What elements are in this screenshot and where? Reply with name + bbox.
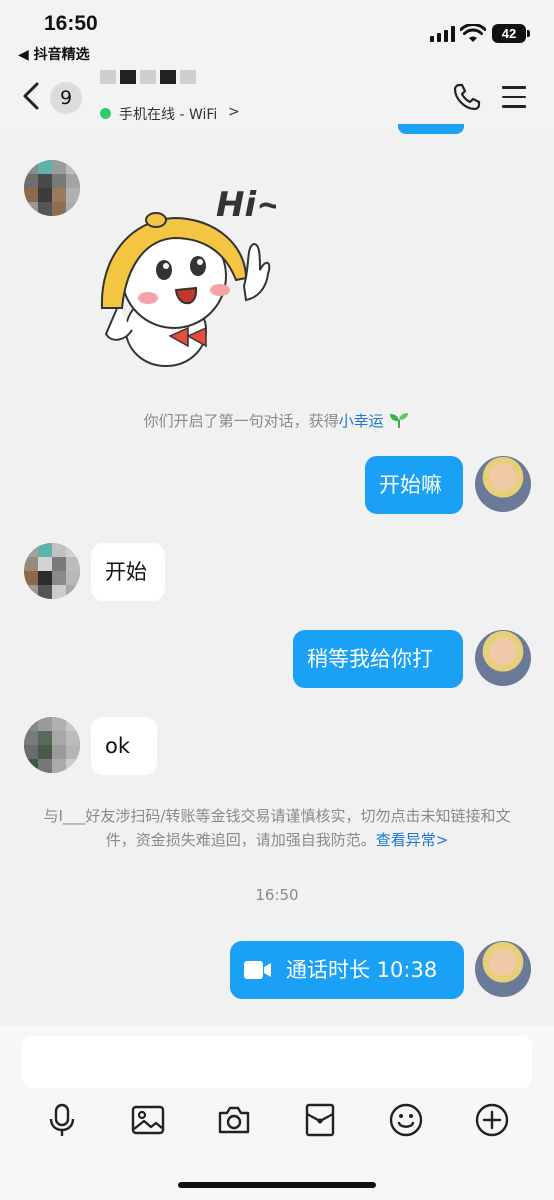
outgoing-message-bubble[interactable]: 稍等我给你打 xyxy=(293,630,463,688)
online-status-text[interactable]: 手机在线 - WiFi xyxy=(119,104,217,124)
status-time: 16:50 xyxy=(44,12,98,35)
system-notice-text: 你们开启了第一句对话，获得 xyxy=(143,412,339,430)
chat-message-list[interactable]: Hi~ 你们开启了第一句对话，获得小幸运 开始嘛 开始 稍等我给你打 xyxy=(0,124,554,1026)
status-bar: 16:50 ◀ 抖音精选 42 xyxy=(0,0,554,66)
camera-icon[interactable] xyxy=(216,1102,252,1138)
video-camera-icon xyxy=(244,961,271,979)
phone-call-icon[interactable] xyxy=(452,82,482,112)
previous-message-bubble xyxy=(398,124,464,134)
red-packet-icon[interactable] xyxy=(302,1102,338,1138)
contact-avatar[interactable] xyxy=(24,543,80,599)
cellular-signal-icon xyxy=(430,26,455,42)
home-indicator[interactable] xyxy=(178,1182,376,1188)
chevron-right-icon[interactable]: > xyxy=(228,104,240,120)
microphone-icon[interactable] xyxy=(44,1102,80,1138)
menu-icon[interactable] xyxy=(502,86,526,108)
back-arrow-icon[interactable] xyxy=(18,78,46,114)
battery-icon: 42 xyxy=(492,24,530,43)
incoming-message-bubble[interactable]: 开始 xyxy=(91,543,165,601)
plus-icon[interactable] xyxy=(474,1102,510,1138)
contact-name-redacted[interactable] xyxy=(100,70,196,84)
call-duration-text: 通话时长 10:38 xyxy=(286,958,438,982)
self-avatar[interactable] xyxy=(475,630,531,686)
wifi-icon xyxy=(460,24,486,42)
message-input[interactable] xyxy=(22,1036,532,1088)
view-anomaly-link[interactable]: 查看异常> xyxy=(376,831,449,849)
contact-avatar[interactable] xyxy=(24,160,80,216)
message-composer xyxy=(0,1026,554,1200)
safety-warning-notice: 与I___好友涉扫码/转账等金钱交易请谨慎核实，切勿点击未知链接和文件，资金损失… xyxy=(30,804,524,852)
lucky-link[interactable]: 小幸运 xyxy=(339,412,384,430)
incoming-message-bubble[interactable]: ok xyxy=(91,717,157,775)
sticker-text: Hi~ xyxy=(216,185,276,225)
self-avatar[interactable] xyxy=(475,941,531,997)
sprout-icon xyxy=(390,413,409,428)
message-timestamp: 16:50 xyxy=(255,886,299,904)
unread-count-badge[interactable]: 9 xyxy=(50,82,82,114)
image-icon[interactable] xyxy=(130,1102,166,1138)
online-status-dot xyxy=(100,108,111,119)
call-record-bubble[interactable]: 通话时长 10:38 xyxy=(230,941,464,999)
chat-header: 9 手机在线 - WiFi > xyxy=(0,66,554,130)
emoji-icon[interactable] xyxy=(388,1102,424,1138)
outgoing-message-bubble[interactable]: 开始嘛 xyxy=(365,456,463,514)
system-first-chat-notice: 你们开启了第一句对话，获得小幸运 xyxy=(0,410,554,431)
back-to-app-link[interactable]: ◀ 抖音精选 xyxy=(18,44,90,64)
hi-sticker-image[interactable]: Hi~ xyxy=(96,158,276,374)
contact-avatar[interactable] xyxy=(24,717,80,773)
self-avatar[interactable] xyxy=(475,456,531,512)
